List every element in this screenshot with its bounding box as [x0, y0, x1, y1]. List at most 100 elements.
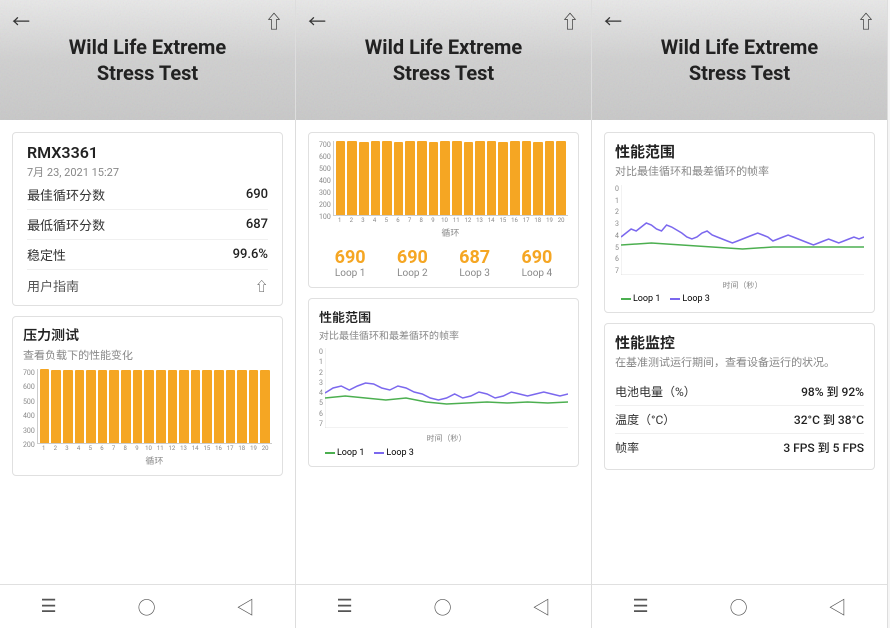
temp-label: 温度（°C）	[615, 411, 675, 428]
left-back-icon[interactable]: ←	[12, 8, 30, 34]
right-perf-range-card: 性能范围 对比最佳循环和最差循环的帧率 7 6 5 4 3 2 1 0	[604, 132, 875, 313]
left-bar-17	[226, 370, 236, 443]
mid-bar-13	[475, 141, 485, 215]
middle-menu-icon[interactable]: ☰	[336, 596, 352, 617]
left-bar-14	[191, 370, 201, 443]
stress-subtitle: 查看负载下的性能变化	[23, 347, 272, 363]
mid-bar-12	[464, 142, 474, 215]
best-loop-row: 最佳循环分数 690	[27, 180, 268, 210]
loop-scores: 690 Loop 1 690 Loop 2 687 Loop 3 690 Loo…	[319, 247, 568, 279]
left-bar-9	[133, 370, 143, 443]
mid-bar-18	[533, 142, 543, 215]
stress-x-axis-label: 循环	[37, 454, 272, 467]
mid-bar-8	[417, 141, 427, 215]
user-guide-row[interactable]: 用户指南 ⇧	[27, 270, 268, 295]
device-name: RMX3361	[27, 143, 268, 162]
mid-bar-4	[371, 141, 381, 215]
mid-perf-y-axis: 7 6 5 4 3 2 1 0	[319, 348, 323, 428]
left-bar-13	[179, 370, 189, 443]
left-content: RMX3361 7月 23, 2021 15:27 最佳循环分数 690 最低循…	[0, 120, 295, 584]
main-chart: 100 200 300 400 500 600 700 123456789101…	[319, 141, 568, 239]
left-bar-2	[51, 370, 61, 443]
best-loop-value: 690	[246, 187, 268, 202]
loop1-label: Loop 1	[335, 268, 366, 279]
user-guide-share-icon[interactable]: ⇧	[255, 276, 268, 295]
left-back-nav-icon[interactable]: ◁	[237, 594, 255, 620]
loop2-label: Loop 2	[397, 268, 428, 279]
mid-perf-range-card: 性能范围 对比最佳循环和最差循环的帧率 7 6 5 4 3 2 1 0	[308, 298, 579, 467]
left-share-icon[interactable]: ⇧	[265, 8, 283, 34]
loop2-item: 690 Loop 2	[397, 247, 428, 279]
mid-bar-7	[405, 141, 415, 215]
mid-bar-11	[452, 141, 462, 215]
mid-bar-10	[440, 141, 450, 215]
middle-share-icon[interactable]: ⇧	[561, 8, 579, 34]
mid-perf-legend: Loop 1 Loop 3	[325, 448, 568, 458]
right-menu-icon[interactable]: ☰	[632, 596, 648, 617]
device-info-card: RMX3361 7月 23, 2021 15:27 最佳循环分数 690 最低循…	[12, 132, 283, 306]
right-perf-y-axis: 7 6 5 4 3 2 1 0	[615, 185, 619, 275]
min-loop-row: 最低循环分数 687	[27, 210, 268, 240]
left-bar-1	[40, 369, 50, 443]
best-loop-label: 最佳循环分数	[27, 185, 105, 204]
mid-perf-svg	[325, 348, 568, 428]
loop1-item: 690 Loop 1	[335, 247, 366, 279]
loop2-score: 690	[397, 247, 428, 268]
stress-card: 压力测试 查看负载下的性能变化 200 300 400 500 600 700 …	[12, 316, 283, 476]
mid-bar-19	[545, 141, 555, 215]
mid-perf-x-label: 时间（秒）	[325, 433, 568, 444]
loop3-label: Loop 3	[459, 268, 490, 279]
left-bar-11	[156, 370, 166, 443]
left-bar-18	[237, 370, 247, 443]
right-back-icon[interactable]: ←	[604, 8, 622, 34]
right-monitor-subtitle: 在基准测试运行期间，查看设备运行的状况。	[615, 354, 864, 370]
middle-content: 100 200 300 400 500 600 700 123456789101…	[296, 120, 591, 584]
mid-bar-9	[429, 142, 439, 215]
left-bar-19	[249, 370, 259, 443]
right-perf-title: 性能范围	[615, 141, 864, 162]
left-bar-20	[260, 370, 270, 443]
left-bar-6	[98, 370, 108, 443]
left-bar-10	[144, 370, 154, 443]
mid-line-chart: 7 6 5 4 3 2 1 0	[319, 348, 568, 458]
mid-bar-17	[522, 141, 532, 215]
fps-label: 帧率	[615, 439, 639, 456]
loop4-score: 690	[521, 247, 552, 268]
middle-home-icon[interactable]: ○	[434, 594, 452, 620]
main-x-labels: 1234567891011121314151617181920	[333, 216, 568, 224]
right-back-nav-icon[interactable]: ◁	[829, 594, 847, 620]
middle-bottom-nav: ☰ ○ ◁	[296, 584, 591, 628]
middle-back-icon[interactable]: ←	[308, 8, 326, 34]
main-x-axis-label: 循环	[333, 226, 568, 239]
left-bar-16	[214, 370, 224, 443]
main-chart-y-axis: 100 200 300 400 500 600 700	[319, 141, 331, 221]
device-date: 7月 23, 2021 15:27	[27, 164, 268, 180]
left-header: ← ⇧ Wild Life Extreme Stress Test	[0, 0, 295, 120]
left-bar-7	[109, 370, 119, 443]
min-loop-value: 687	[246, 217, 268, 232]
user-guide-label: 用户指南	[27, 276, 79, 295]
right-perf-subtitle: 对比最佳循环和最差循环的帧率	[615, 163, 864, 179]
main-chart-card: 100 200 300 400 500 600 700 123456789101…	[308, 132, 579, 288]
right-share-icon[interactable]: ⇧	[857, 8, 875, 34]
middle-panel: ← ⇧ Wild Life Extreme Stress Test 100 20…	[296, 0, 592, 628]
mid-perf-range-subtitle: 对比最佳循环和最差循环的帧率	[319, 327, 568, 342]
battery-value: 98% 到 92%	[801, 383, 864, 400]
min-loop-label: 最低循环分数	[27, 215, 105, 234]
mid-bar-3	[359, 142, 369, 215]
stability-label: 稳定性	[27, 245, 66, 264]
stress-y-axis: 200 300 400 500 600 700	[23, 369, 35, 449]
left-home-icon[interactable]: ○	[138, 594, 156, 620]
stability-value: 99.6%	[233, 247, 268, 262]
right-home-icon[interactable]: ○	[730, 594, 748, 620]
left-menu-icon[interactable]: ☰	[40, 596, 56, 617]
right-line-chart: 7 6 5 4 3 2 1 0	[615, 185, 864, 304]
mid-bar-6	[394, 142, 404, 215]
middle-back-nav-icon[interactable]: ◁	[533, 594, 551, 620]
stress-chart: 200 300 400 500 600 700 1234567891011121…	[23, 369, 272, 467]
left-bar-4	[75, 370, 85, 443]
loop3-item: 687 Loop 3	[459, 247, 490, 279]
mid-perf-chart-area: 时间（秒） Loop 1 Loop 3	[325, 348, 568, 458]
right-content: 性能范围 对比最佳循环和最差循环的帧率 7 6 5 4 3 2 1 0	[592, 120, 887, 584]
right-bottom-nav: ☰ ○ ◁	[592, 584, 887, 628]
